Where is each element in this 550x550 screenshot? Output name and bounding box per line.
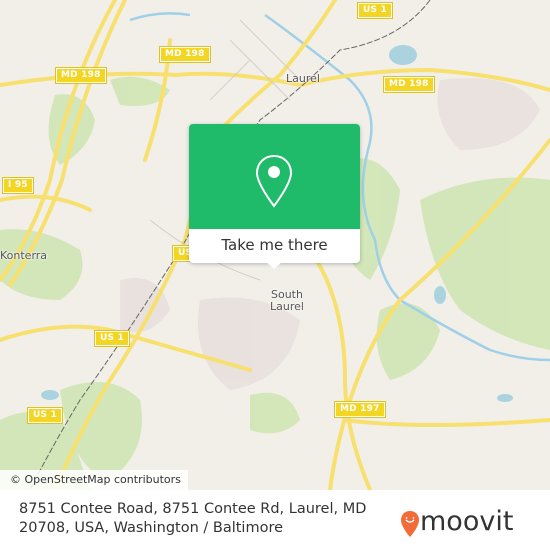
moovit-wordmark: moovit: [420, 506, 514, 537]
popup-header: [189, 124, 360, 229]
road-shield-us1: US 1: [357, 2, 393, 19]
map-pin-icon: [255, 154, 293, 208]
road-shield-md197: MD 197: [334, 401, 386, 418]
park-area: [376, 303, 440, 380]
take-me-there-button[interactable]: Take me there: [189, 229, 360, 263]
location-popup: Take me there: [189, 124, 360, 269]
road-shield-md198: MD 198: [383, 76, 435, 93]
pond: [497, 394, 513, 402]
road-local: [0, 194, 92, 212]
moovit-pin-icon: [401, 511, 419, 537]
popup-pointer: [265, 261, 283, 269]
footer: 8751 Contee Road, 8751 Contee Rd, Laurel…: [0, 490, 550, 550]
pond: [434, 286, 446, 304]
road-shield-us1: US 1: [27, 407, 63, 424]
park-area: [250, 392, 300, 434]
map-view[interactable]: US 1 MD 198 MD 198 MD 198 I 95 US 1 US 1…: [0, 0, 550, 490]
road-local: [343, 418, 550, 427]
urban-area: [437, 78, 540, 150]
place-label-south-laurel: South Laurel: [270, 288, 304, 313]
road-shield-md198: MD 198: [55, 67, 107, 84]
moovit-logo[interactable]: moovit: [400, 502, 540, 542]
stream: [129, 12, 191, 22]
road-shield-us1: US 1: [94, 330, 130, 347]
road-shield-md198: MD 198: [159, 46, 211, 63]
map-attribution[interactable]: © OpenStreetMap contributors: [0, 470, 188, 490]
pond: [41, 390, 59, 400]
address-text: 8751 Contee Road, 8751 Contee Rd, Laurel…: [19, 500, 369, 538]
address-line-2: 20708, USA, Washington / Baltimore: [19, 520, 284, 536]
address-line-1: 8751 Contee Road, 8751 Contee Rd, Laurel…: [19, 501, 367, 517]
place-label-laurel: Laurel: [286, 72, 320, 85]
road-shield-i95: I 95: [2, 177, 34, 194]
place-label-konterra: Konterra: [0, 249, 48, 262]
pond: [389, 45, 417, 65]
